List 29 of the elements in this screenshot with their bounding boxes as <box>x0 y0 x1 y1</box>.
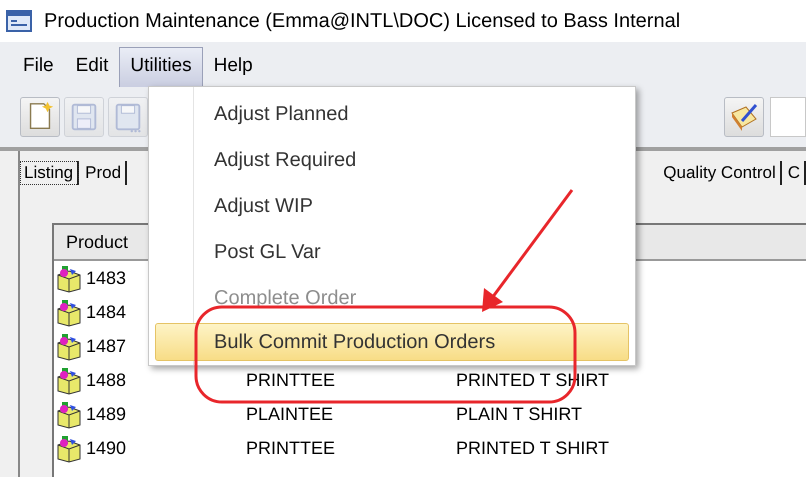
menu-item[interactable]: Help <box>202 47 264 87</box>
new-button[interactable] <box>20 97 60 137</box>
menu-item[interactable]: Utilities <box>119 47 203 87</box>
menu-item[interactable]: Bulk Commit Production Orders <box>155 323 629 361</box>
tab[interactable]: Quality Control <box>659 160 782 186</box>
menu-item[interactable]: Post GL Var <box>155 229 629 275</box>
menu-item[interactable]: File <box>12 47 65 87</box>
table-cell: PLAINTEE <box>246 404 334 424</box>
table-cell-text: 1484 <box>86 300 126 324</box>
input-field[interactable] <box>770 97 806 137</box>
column-header: Product <box>66 230 128 254</box>
menu-item[interactable]: Adjust WIP <box>155 183 629 229</box>
window-title: Production Maintenance (Emma@INTL\DOC) Licensed to Bass Internal <box>44 9 680 34</box>
table-cell: PRINTTEE <box>246 438 336 458</box>
table-cell-text: 1487 <box>86 334 126 358</box>
table-cell: PRINTED T SHIRT <box>456 438 610 458</box>
table-cell-text: 1488 <box>86 368 126 392</box>
notes-button[interactable] <box>724 97 764 137</box>
table-cell-text: 1483 <box>86 266 126 290</box>
tab[interactable]: Prod <box>81 160 128 186</box>
table-cell: PLAIN T SHIRT <box>456 404 582 424</box>
tab[interactable]: Listing <box>20 160 80 186</box>
tab[interactable]: C <box>784 160 806 186</box>
app-icon <box>6 10 32 32</box>
table-cell: PRINTTEE <box>246 370 336 390</box>
menu-item[interactable]: Adjust Required <box>155 137 629 183</box>
table-cell-text: 1489 <box>86 402 126 426</box>
menu-item[interactable]: Edit <box>64 47 120 87</box>
table-cell-text: 1490 <box>86 436 126 460</box>
